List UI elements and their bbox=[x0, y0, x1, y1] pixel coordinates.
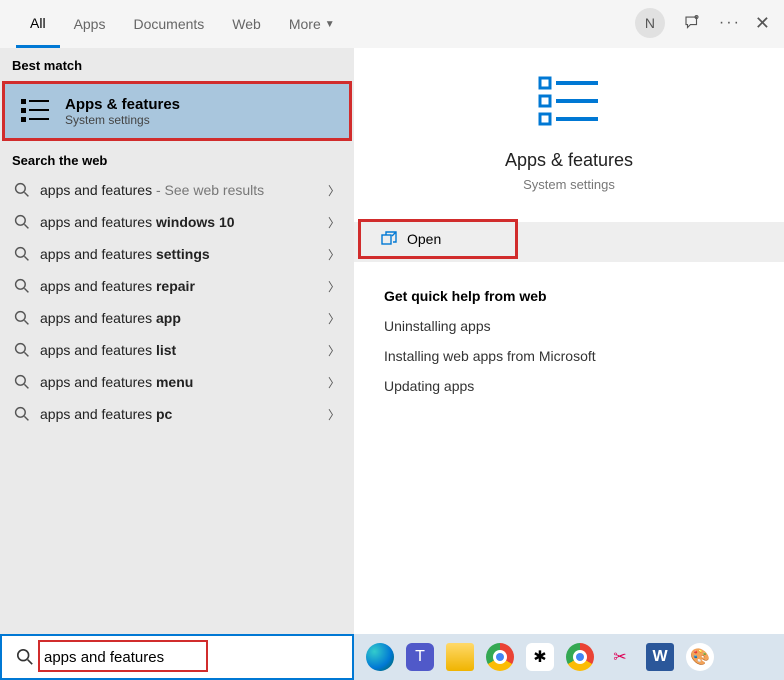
taskbar-word-icon[interactable]: W bbox=[646, 643, 674, 671]
section-best-match: Best match bbox=[0, 48, 354, 79]
web-result[interactable]: apps and features settings〉 bbox=[0, 238, 354, 270]
web-result[interactable]: apps and features app〉 bbox=[0, 302, 354, 334]
tab-all[interactable]: All bbox=[16, 0, 60, 48]
best-match-title: Apps & features bbox=[65, 96, 180, 113]
search-icon bbox=[14, 214, 30, 230]
taskbar-paint-icon[interactable]: 🎨 bbox=[686, 643, 714, 671]
web-result-text: apps and features pc bbox=[40, 406, 340, 422]
filter-tabs: All Apps Documents Web More ▼ N ··· ✕ bbox=[0, 0, 784, 48]
web-result[interactable]: apps and features list〉 bbox=[0, 334, 354, 366]
chevron-right-icon: 〉 bbox=[328, 374, 340, 391]
taskbar-snip-icon[interactable]: ✂ bbox=[606, 643, 634, 671]
chevron-down-icon: ▼ bbox=[325, 19, 335, 30]
web-result-text: apps and features list bbox=[40, 342, 340, 358]
web-result-text: apps and features menu bbox=[40, 374, 340, 390]
search-box[interactable] bbox=[0, 634, 354, 680]
quick-help-section: Get quick help from web Uninstalling app… bbox=[354, 262, 784, 434]
tab-apps[interactable]: Apps bbox=[60, 0, 120, 48]
taskbar-slack-icon[interactable]: ✱ bbox=[526, 643, 554, 671]
web-result[interactable]: apps and features pc〉 bbox=[0, 398, 354, 430]
taskbar-chrome-icon[interactable] bbox=[486, 643, 514, 671]
chevron-right-icon: 〉 bbox=[328, 182, 340, 199]
taskbar-teams-icon[interactable]: T bbox=[406, 643, 434, 671]
web-result[interactable]: apps and features repair〉 bbox=[0, 270, 354, 302]
taskbar-explorer-icon[interactable] bbox=[446, 643, 474, 671]
chevron-right-icon: 〉 bbox=[328, 310, 340, 327]
taskbar-edge-icon[interactable] bbox=[366, 643, 394, 671]
user-avatar[interactable]: N bbox=[635, 8, 665, 38]
preview-title: Apps & features bbox=[354, 150, 784, 171]
tab-more-label: More bbox=[289, 16, 321, 32]
web-result[interactable]: apps and features menu〉 bbox=[0, 366, 354, 398]
tab-web[interactable]: Web bbox=[218, 0, 275, 48]
search-icon bbox=[14, 182, 30, 198]
help-link-update[interactable]: Updating apps bbox=[384, 378, 754, 394]
search-icon bbox=[14, 374, 30, 390]
chevron-right-icon: 〉 bbox=[328, 214, 340, 231]
taskbar: T ✱ ✂ W 🎨 bbox=[354, 634, 784, 680]
chevron-right-icon: 〉 bbox=[328, 246, 340, 263]
best-match-result[interactable]: Apps & features System settings bbox=[2, 81, 352, 141]
feedback-icon[interactable] bbox=[683, 14, 701, 32]
section-search-web: Search the web bbox=[0, 143, 354, 174]
search-icon bbox=[14, 406, 30, 422]
search-icon bbox=[14, 246, 30, 262]
preview-apps-features-icon bbox=[354, 72, 784, 132]
chevron-right-icon: 〉 bbox=[328, 278, 340, 295]
web-result-text: apps and features app bbox=[40, 310, 340, 326]
close-button[interactable]: ✕ bbox=[755, 13, 770, 34]
preview-pane: Apps & features System settings Open Get… bbox=[354, 48, 784, 634]
search-input[interactable] bbox=[44, 636, 352, 678]
more-options-icon[interactable]: ··· bbox=[719, 14, 737, 32]
web-result-text: apps and features repair bbox=[40, 278, 340, 294]
search-icon bbox=[14, 342, 30, 358]
taskbar-chrome2-icon[interactable] bbox=[566, 643, 594, 671]
web-result-text: apps and features windows 10 bbox=[40, 214, 340, 230]
web-result-text: apps and features settings bbox=[40, 246, 340, 262]
open-action-row[interactable]: Open bbox=[354, 222, 784, 262]
search-icon bbox=[14, 278, 30, 294]
chevron-right-icon: 〉 bbox=[328, 406, 340, 423]
open-label: Open bbox=[407, 231, 441, 247]
web-result[interactable]: apps and features - See web results〉 bbox=[0, 174, 354, 206]
top-right-controls: N ··· ✕ bbox=[635, 8, 770, 38]
open-icon bbox=[381, 231, 397, 247]
best-match-subtitle: System settings bbox=[65, 113, 180, 127]
search-icon bbox=[16, 648, 34, 666]
apps-features-icon bbox=[19, 94, 53, 128]
help-link-install-web[interactable]: Installing web apps from Microsoft bbox=[384, 348, 754, 364]
tab-more[interactable]: More ▼ bbox=[275, 0, 349, 48]
help-link-uninstall[interactable]: Uninstalling apps bbox=[384, 318, 754, 334]
tab-documents[interactable]: Documents bbox=[119, 0, 218, 48]
web-result-text: apps and features - See web results bbox=[40, 182, 340, 198]
bottom-bar: T ✱ ✂ W 🎨 bbox=[0, 634, 784, 680]
quick-help-heading: Get quick help from web bbox=[384, 288, 754, 304]
chevron-right-icon: 〉 bbox=[328, 342, 340, 359]
results-pane: Best match Apps & features System settin… bbox=[0, 48, 354, 634]
preview-subtitle: System settings bbox=[354, 177, 784, 192]
web-result[interactable]: apps and features windows 10〉 bbox=[0, 206, 354, 238]
search-icon bbox=[14, 310, 30, 326]
